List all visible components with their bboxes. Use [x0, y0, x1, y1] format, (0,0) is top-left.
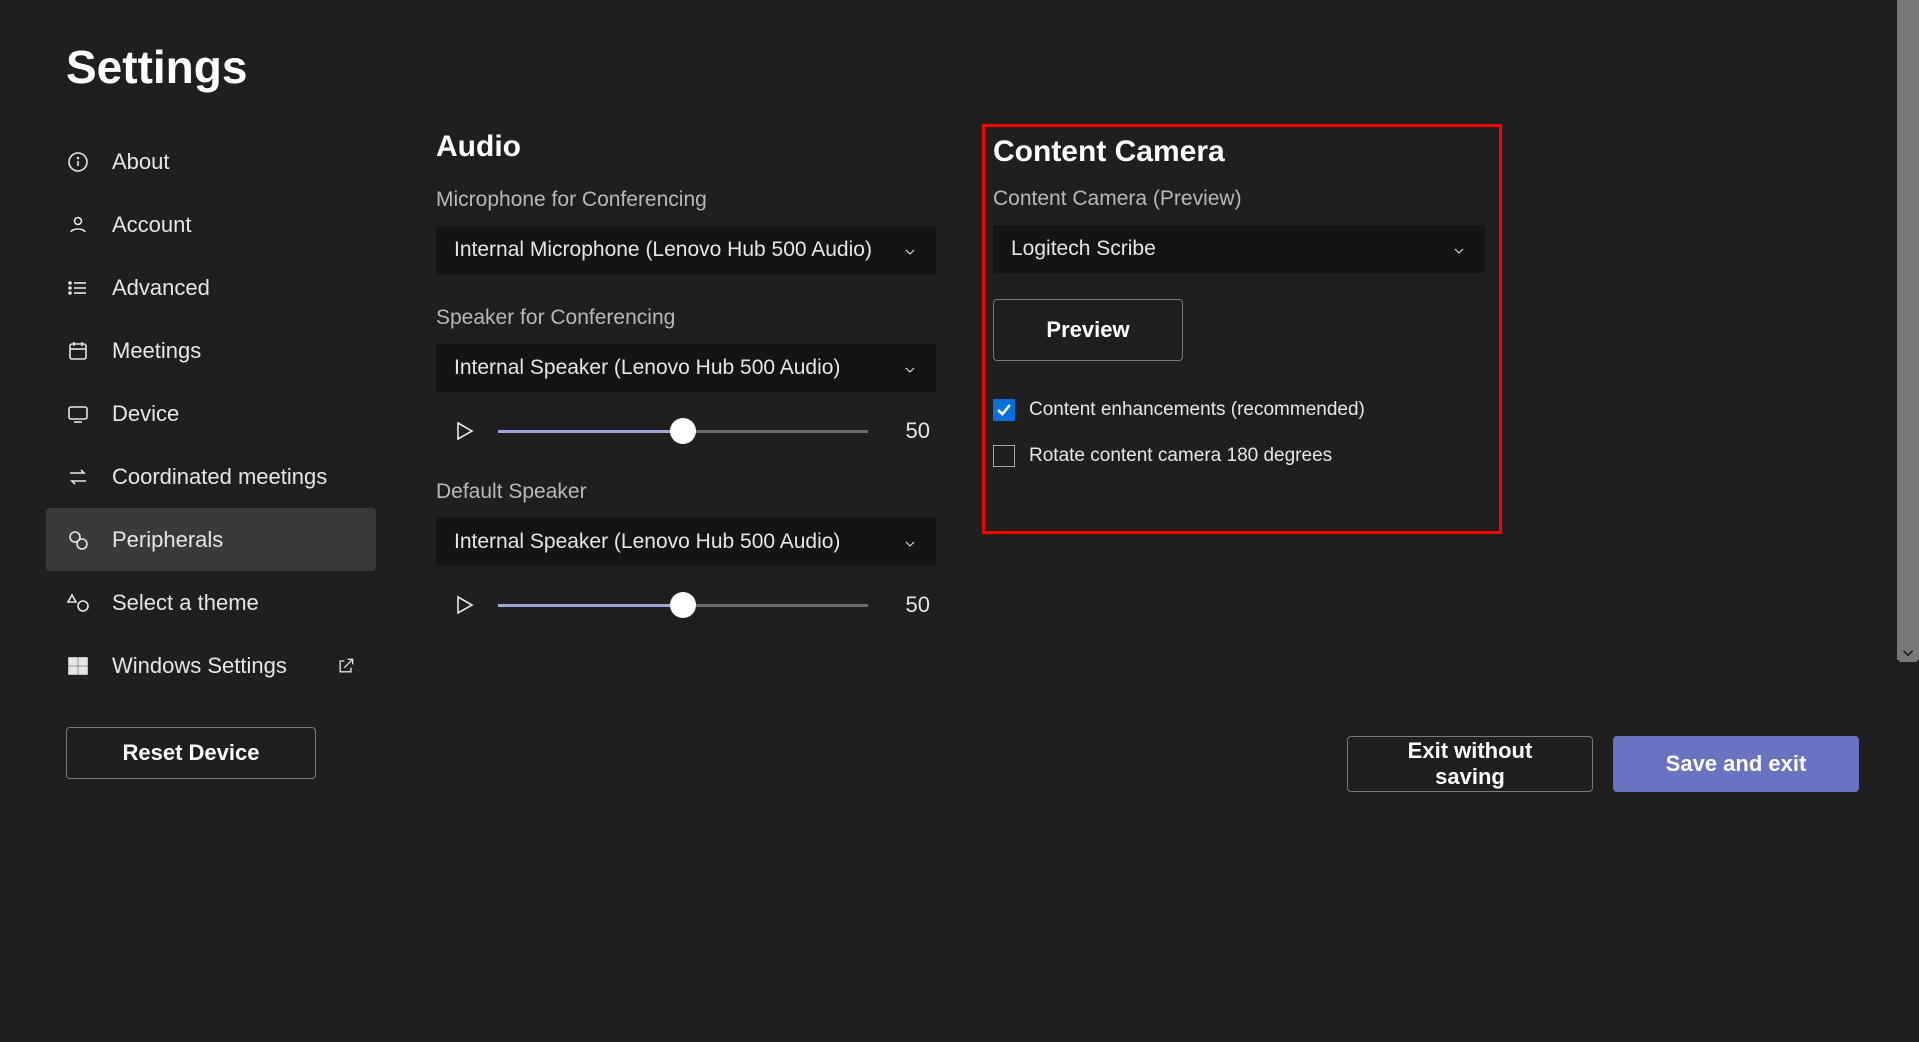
sidebar-item-windows-settings[interactable]: Windows Settings	[46, 634, 376, 697]
sidebar-item-account[interactable]: Account	[46, 193, 376, 256]
sidebar-item-label: Account	[112, 212, 192, 238]
scroll-down-icon[interactable]	[1899, 644, 1917, 662]
play-test-sound-button[interactable]	[452, 419, 476, 443]
microphone-label: Microphone for Conferencing	[436, 188, 936, 212]
sidebar-item-about[interactable]: About	[46, 130, 376, 193]
list-icon	[66, 276, 90, 300]
content-camera-title: Content Camera	[993, 135, 1485, 169]
checkbox-unchecked-icon	[993, 445, 1015, 467]
chevron-down-icon	[902, 242, 918, 258]
person-icon	[66, 213, 90, 237]
preview-button[interactable]: Preview	[993, 299, 1183, 361]
speaker-conf-volume-value: 50	[890, 418, 930, 444]
content-enhancements-checkbox[interactable]: Content enhancements (recommended)	[993, 399, 1485, 421]
content-enhancements-label: Content enhancements (recommended)	[1029, 399, 1365, 421]
sidebar-item-label: About	[112, 149, 170, 175]
sidebar-item-peripherals[interactable]: Peripherals	[46, 508, 376, 571]
peripherals-icon	[66, 528, 90, 552]
external-link-icon	[336, 656, 356, 676]
swap-icon	[66, 465, 90, 489]
shapes-icon	[66, 591, 90, 615]
content-camera-section: Content Camera Content Camera (Preview) …	[992, 130, 1502, 779]
calendar-icon	[66, 339, 90, 363]
save-and-exit-button[interactable]: Save and exit	[1613, 736, 1859, 792]
sidebar-item-device[interactable]: Device	[46, 382, 376, 445]
speaker-conf-volume-slider[interactable]	[498, 421, 868, 441]
slider-thumb[interactable]	[670, 592, 696, 618]
sidebar-item-label: Device	[112, 401, 179, 427]
scrollbar[interactable]	[1897, 0, 1919, 660]
rotate-camera-checkbox[interactable]: Rotate content camera 180 degrees	[993, 445, 1485, 467]
content-camera-preview-label: Content Camera (Preview)	[993, 187, 1485, 211]
microphone-select[interactable]: Internal Microphone (Lenovo Hub 500 Audi…	[436, 226, 936, 274]
exit-without-saving-button[interactable]: Exit without saving	[1347, 736, 1593, 792]
speaker-conf-label: Speaker for Conferencing	[436, 306, 936, 330]
default-speaker-selected-value: Internal Speaker (Lenovo Hub 500 Audio)	[454, 530, 840, 554]
footer-actions: Exit without saving Save and exit	[1347, 736, 1859, 792]
sidebar-item-label: Advanced	[112, 275, 210, 301]
settings-sidebar: About Account Advanced Meetings	[66, 130, 376, 779]
sidebar-item-coordinated-meetings[interactable]: Coordinated meetings	[46, 445, 376, 508]
highlight-annotation: Content Camera Content Camera (Preview) …	[982, 124, 1502, 534]
sidebar-item-label: Windows Settings	[112, 653, 287, 679]
rotate-camera-label: Rotate content camera 180 degrees	[1029, 445, 1332, 467]
play-test-sound-button[interactable]	[452, 593, 476, 617]
reset-device-button[interactable]: Reset Device	[66, 727, 316, 779]
audio-title: Audio	[436, 130, 936, 164]
page-title: Settings	[66, 40, 1919, 94]
audio-section: Audio Microphone for Conferencing Intern…	[436, 130, 936, 779]
microphone-selected-value: Internal Microphone (Lenovo Hub 500 Audi…	[454, 238, 872, 262]
info-icon	[66, 150, 90, 174]
monitor-icon	[66, 402, 90, 426]
speaker-conf-selected-value: Internal Speaker (Lenovo Hub 500 Audio)	[454, 356, 840, 380]
sidebar-item-theme[interactable]: Select a theme	[46, 571, 376, 634]
default-speaker-volume-slider[interactable]	[498, 595, 868, 615]
checkbox-checked-icon	[993, 399, 1015, 421]
sidebar-item-label: Select a theme	[112, 590, 259, 616]
default-speaker-label: Default Speaker	[436, 480, 936, 504]
chevron-down-icon	[1451, 241, 1467, 257]
sidebar-item-label: Peripherals	[112, 527, 223, 553]
sidebar-item-label: Coordinated meetings	[112, 464, 327, 490]
content-camera-select[interactable]: Logitech Scribe	[993, 225, 1485, 273]
default-speaker-volume-value: 50	[890, 592, 930, 618]
slider-thumb[interactable]	[670, 418, 696, 444]
speaker-conf-select[interactable]: Internal Speaker (Lenovo Hub 500 Audio)	[436, 344, 936, 392]
sidebar-item-advanced[interactable]: Advanced	[46, 256, 376, 319]
chevron-down-icon	[902, 534, 918, 550]
sidebar-item-meetings[interactable]: Meetings	[46, 319, 376, 382]
chevron-down-icon	[902, 360, 918, 376]
default-speaker-select[interactable]: Internal Speaker (Lenovo Hub 500 Audio)	[436, 518, 936, 566]
sidebar-item-label: Meetings	[112, 338, 201, 364]
windows-icon	[66, 654, 90, 678]
content-camera-selected-value: Logitech Scribe	[1011, 237, 1156, 261]
